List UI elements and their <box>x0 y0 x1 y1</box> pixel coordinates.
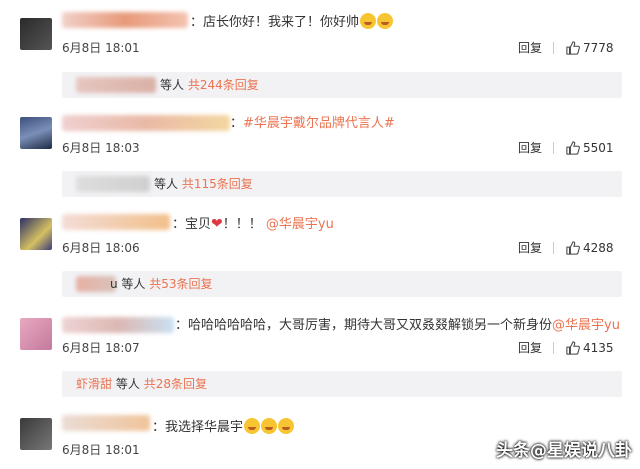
divider <box>553 242 554 254</box>
like-count: 4288 <box>583 241 614 255</box>
avatar[interactable] <box>20 418 52 450</box>
emoji-icon <box>261 418 278 434</box>
avatar[interactable] <box>20 117 52 149</box>
username-blurred[interactable] <box>62 415 150 431</box>
username-blurred[interactable] <box>62 214 170 230</box>
comment-date: 6月8日 18:03 <box>62 141 140 155</box>
reply-button[interactable]: 回复 <box>518 340 542 356</box>
watermark: 头条@星娱说八卦 <box>496 441 632 461</box>
divider <box>553 342 554 354</box>
divider <box>553 142 554 154</box>
view-replies-link[interactable]: 共28条回复 <box>144 377 207 391</box>
username-blurred[interactable] <box>62 12 188 28</box>
emoji-icon <box>278 418 295 434</box>
comment-date: 6月8日 18:07 <box>62 341 140 355</box>
reply-summary-text: 等人 共244条回复 <box>160 78 259 92</box>
username-blurred[interactable] <box>76 176 150 192</box>
reply-summary[interactable]: u 等人 共53条回复 <box>62 271 622 297</box>
reply-button[interactable]: 回复 <box>518 40 542 56</box>
divider <box>553 42 554 54</box>
mention-link[interactable]: @华晨宇yu <box>552 318 620 333</box>
like-count: 4135 <box>583 341 614 355</box>
thumbs-up-icon <box>566 41 580 55</box>
comment-date: 6月8日 18:01 <box>62 41 140 55</box>
reply-button[interactable]: 回复 <box>518 140 542 156</box>
thumbs-up-icon <box>566 341 580 355</box>
reply-summary[interactable]: 等人 共244条回复 <box>62 72 622 98</box>
like-count: 7778 <box>583 41 614 55</box>
comment-text: ：哈哈哈哈哈哈，大哥厉害，期待大哥又双叒叕解锁另一个新身份@华晨宇yu <box>175 318 620 333</box>
view-replies-link[interactable]: 共53条回复 <box>149 277 212 291</box>
like-button[interactable]: 5501 <box>566 140 614 156</box>
reply-summary[interactable]: 虾滑甜 等人 共28条回复 <box>62 371 622 397</box>
avatar[interactable] <box>20 318 52 350</box>
comment-date: 6月8日 18:06 <box>62 241 140 255</box>
thumbs-up-icon <box>566 241 580 255</box>
view-replies-link[interactable]: 共115条回复 <box>182 177 253 191</box>
reply-summary-text: 虾滑甜 等人 共28条回复 <box>76 377 207 391</box>
reply-summary-text: u 等人 共53条回复 <box>110 277 213 291</box>
avatar[interactable] <box>20 18 52 50</box>
reply-summary[interactable]: 等人 共115条回复 <box>62 171 622 197</box>
emoji-icon <box>244 418 261 434</box>
username-blurred[interactable] <box>62 115 230 131</box>
emoji-icon <box>377 13 394 29</box>
avatar[interactable] <box>20 218 52 250</box>
view-replies-link[interactable]: 共244条回复 <box>188 78 259 92</box>
reply-username[interactable]: 虾滑甜 <box>76 377 112 391</box>
like-count: 5501 <box>583 141 614 155</box>
mention-link[interactable]: @华晨宇yu <box>266 217 334 232</box>
reply-button[interactable]: 回复 <box>518 240 542 256</box>
reply-summary-text: 等人 共115条回复 <box>154 177 253 191</box>
topic-link[interactable]: #华晨宇戴尔品牌代言人# <box>243 116 395 131</box>
like-button[interactable]: 4135 <box>566 340 614 356</box>
username-blurred[interactable] <box>76 77 156 93</box>
comment-text: ：宝贝❤！！！ @华晨宇yu <box>172 216 334 232</box>
comment-text: ：#华晨宇戴尔品牌代言人# <box>230 116 395 131</box>
like-button[interactable]: 4288 <box>566 240 614 256</box>
username-blurred[interactable] <box>62 317 174 333</box>
thumbs-up-icon <box>566 141 580 155</box>
emoji-icon <box>360 13 377 29</box>
comment-text: ：我选择华晨宇 <box>152 418 295 436</box>
comment-text: ：店长你好！我来了！你好帅 <box>190 13 394 31</box>
heart-icon: ❤ <box>211 216 223 232</box>
comment-date: 6月8日 18:01 <box>62 443 140 457</box>
like-button[interactable]: 7778 <box>566 40 614 56</box>
